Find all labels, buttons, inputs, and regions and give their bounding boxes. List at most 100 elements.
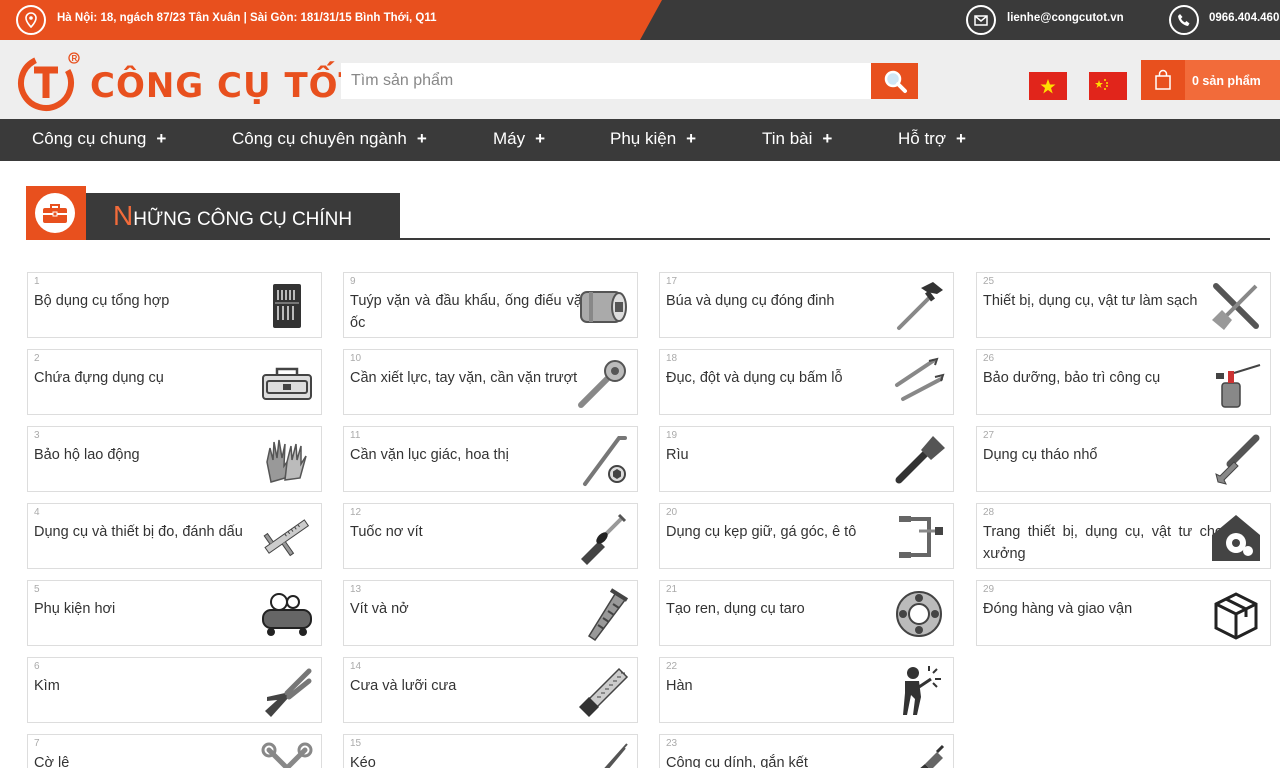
category-card[interactable]: 18 Đục, đột và dụng cụ bấm lỗ <box>659 349 954 415</box>
contact-email[interactable]: lienhe@congcutot.vn <box>1007 12 1124 24</box>
toolkit-icon <box>259 278 315 334</box>
nav-label: Phụ kiện <box>610 129 677 148</box>
category-label: Cờ lê <box>34 755 70 768</box>
nav-item-specialized-tools[interactable]: Công cụ chuyên ngành + <box>232 119 427 161</box>
expand-plus-icon: + <box>822 129 833 148</box>
category-card[interactable]: 7 Cờ lê <box>27 734 322 768</box>
category-number: 20 <box>666 507 678 518</box>
expand-plus-icon: + <box>416 129 427 148</box>
language-vietnamese-flag[interactable] <box>1029 72 1067 100</box>
nav-label: Công cụ chuyên ngành <box>232 129 407 148</box>
package-icon <box>1208 586 1264 642</box>
category-card[interactable]: 28 Trang thiết bị, dụng cụ, vật tư cho xư… <box>976 503 1271 569</box>
category-number: 4 <box>34 507 40 518</box>
category-label: Búa và dụng cụ đóng đinh <box>666 293 835 309</box>
screwdriver-icon <box>575 509 631 565</box>
category-card[interactable]: 15 Kéo <box>343 734 638 768</box>
category-number: 21 <box>666 584 678 595</box>
category-card[interactable]: 21 Tạo ren, dụng cụ taro <box>659 580 954 646</box>
nav-item-articles[interactable]: Tin bài + <box>762 119 832 161</box>
svg-text:R: R <box>72 54 78 63</box>
toolbox-section-icon <box>35 193 75 233</box>
category-number: 14 <box>350 661 362 672</box>
chisel-icon <box>891 355 947 411</box>
language-chinese-flag[interactable] <box>1089 72 1127 100</box>
category-card[interactable]: 17 Búa và dụng cụ đóng đinh <box>659 272 954 338</box>
section-title: NHỮNG CÔNG CỤ CHÍNH <box>113 200 353 231</box>
category-label: Chứa đựng dụng cụ <box>34 370 164 386</box>
ratchet-icon <box>575 355 631 411</box>
nav-item-machines[interactable]: Máy + <box>493 119 545 161</box>
shopping-bag-icon <box>1141 60 1185 100</box>
category-card[interactable]: 14 Cưa và lưỡi cưa <box>343 657 638 723</box>
contact-phone[interactable]: 0966.404.460 <box>1209 12 1279 24</box>
category-card[interactable]: 25 Thiết bị, dụng cụ, vật tư làm sạch <box>976 272 1271 338</box>
china-stars-icon <box>1095 79 1108 90</box>
category-label: Đóng hàng và giao vận <box>983 601 1133 617</box>
search-input[interactable] <box>341 63 871 99</box>
category-card[interactable]: 6 Kìm <box>27 657 322 723</box>
socket-icon <box>575 278 631 334</box>
category-card[interactable]: 10 Cần xiết lực, tay vặn, cần vặn trượt <box>343 349 638 415</box>
category-card[interactable]: 1 Bộ dụng cụ tổng hợp <box>27 272 322 338</box>
nav-item-accessories[interactable]: Phụ kiện + <box>610 119 696 161</box>
mail-icon[interactable] <box>966 5 996 35</box>
category-number: 9 <box>350 276 356 287</box>
category-card[interactable]: 27 Dụng cụ tháo nhổ <box>976 426 1271 492</box>
category-card[interactable]: 9 Tuýp vặn và đầu khẩu, ống điếu vặn ốc <box>343 272 638 338</box>
pry-tool-icon <box>1208 432 1264 488</box>
air-compressor-icon <box>259 586 315 642</box>
category-card[interactable]: 2 Chứa đựng dụng cụ <box>27 349 322 415</box>
gloves-icon <box>259 432 315 488</box>
category-card[interactable]: 20 Dụng cụ kẹp giữ, gá góc, ê tô <box>659 503 954 569</box>
category-label: Phụ kiện hơi <box>34 601 116 617</box>
category-label: Dụng cụ kẹp giữ, gá góc, ê tô <box>666 524 857 540</box>
category-card[interactable]: 12 Tuốc nơ vít <box>343 503 638 569</box>
category-number: 5 <box>34 584 40 595</box>
category-card[interactable]: 3 Bảo hộ lao động <box>27 426 322 492</box>
category-number: 3 <box>34 430 40 441</box>
category-number: 13 <box>350 584 362 595</box>
category-card[interactable]: 11 Cần vặn lục giác, hoa thị <box>343 426 638 492</box>
category-label: Cần vặn lục giác, hoa thị <box>350 447 509 463</box>
category-number: 22 <box>666 661 678 672</box>
cart-button[interactable]: 0 sản phẩm <box>1141 60 1280 100</box>
category-card[interactable]: 4 Dụng cụ và thiết bị đo, đánh dấu <box>27 503 322 569</box>
store-address: Hà Nội: 18, ngách 87/23 Tân Xuân | Sài G… <box>57 12 437 24</box>
category-number: 25 <box>983 276 995 287</box>
welder-icon <box>891 663 947 719</box>
category-card[interactable]: 13 Vít và nở <box>343 580 638 646</box>
category-label: Bảo hộ lao động <box>34 447 140 463</box>
screw-icon <box>575 586 631 642</box>
phone-icon[interactable] <box>1169 5 1199 35</box>
search-button[interactable] <box>871 63 918 99</box>
scissors-icon <box>575 740 631 768</box>
toolbox-icon <box>259 355 315 411</box>
category-number: 15 <box>350 738 362 749</box>
nav-item-general-tools[interactable]: Công cụ chung + <box>32 119 166 161</box>
search-icon <box>884 70 907 93</box>
category-number: 26 <box>983 353 995 364</box>
category-number: 10 <box>350 353 362 364</box>
category-number: 29 <box>983 584 995 595</box>
category-card[interactable]: 26 Bảo dưỡng, bảo trì công cụ <box>976 349 1271 415</box>
cart-count: 0 sản phẩm <box>1192 74 1261 88</box>
category-label: Dụng cụ tháo nhổ <box>983 447 1098 463</box>
category-label: Dụng cụ và thiết bị đo, đánh dấu <box>34 524 243 540</box>
pliers-icon <box>259 663 315 719</box>
category-card[interactable]: 22 Hàn <box>659 657 954 723</box>
caliper-icon <box>259 509 315 565</box>
section-divider <box>400 238 1270 240</box>
category-card[interactable]: 5 Phụ kiện hơi <box>27 580 322 646</box>
category-label: Kéo <box>350 755 376 768</box>
nav-item-support[interactable]: Hỗ trợ + <box>898 119 966 161</box>
category-label: Trang thiết bị, dụng cụ, vật tư cho xưởn… <box>983 524 1223 562</box>
clamp-icon <box>891 509 947 565</box>
category-card[interactable]: 19 Rìu <box>659 426 954 492</box>
expand-plus-icon: + <box>686 129 697 148</box>
category-label: Thiết bị, dụng cụ, vật tư làm sạch <box>983 293 1198 309</box>
category-card[interactable]: 23 Công cụ dính, gắn kết <box>659 734 954 768</box>
category-number: 23 <box>666 738 678 749</box>
category-card[interactable]: 29 Đóng hàng và giao vận <box>976 580 1271 646</box>
category-label: Bộ dụng cụ tổng hợp <box>34 293 170 309</box>
